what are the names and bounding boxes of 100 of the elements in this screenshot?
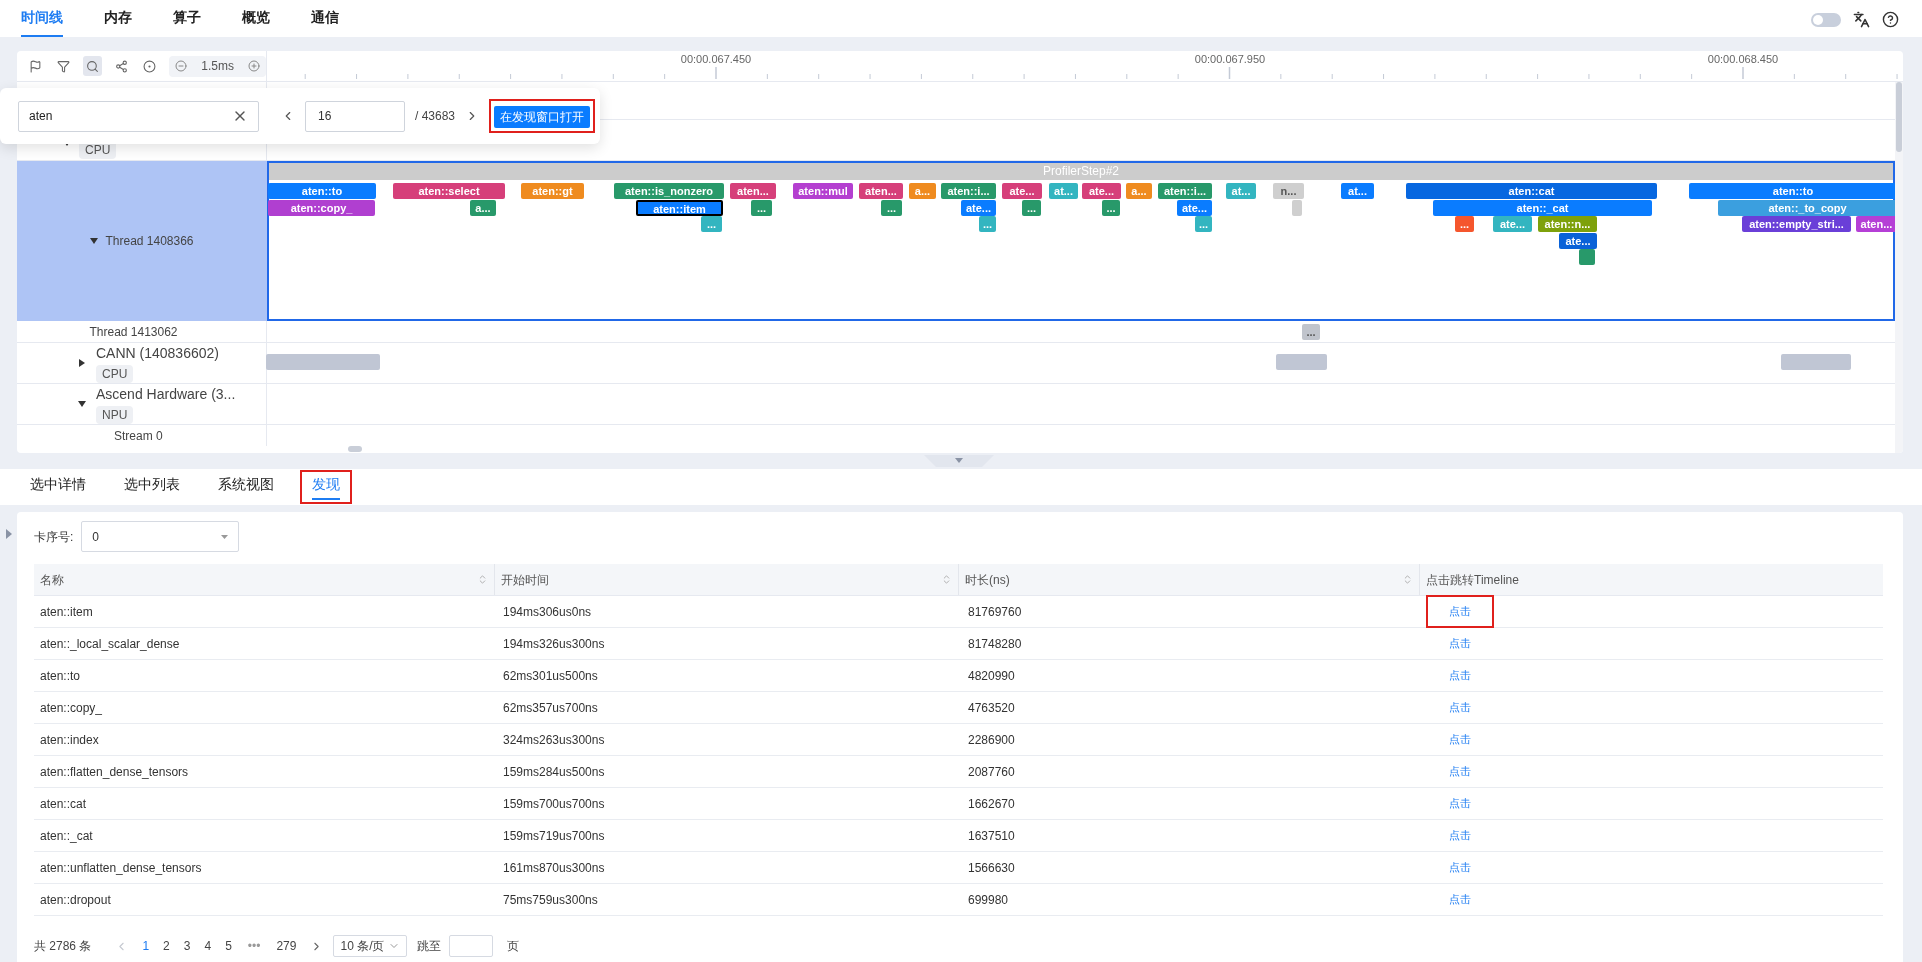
event-block[interactable] — [1292, 199, 1302, 216]
event-block[interactable] — [1579, 249, 1595, 265]
search-input[interactable]: aten — [18, 100, 259, 132]
event-block[interactable]: aten::is_nonzero — [614, 183, 724, 199]
event-block[interactable]: aten::gt — [521, 183, 584, 199]
collapse-triangle-icon[interactable] — [90, 237, 99, 245]
page-size-select[interactable]: 10 条/页 — [333, 935, 408, 957]
event-block[interactable]: aten... — [730, 183, 776, 199]
event-block[interactable]: aten::_cat — [1433, 199, 1652, 216]
page-button[interactable]: 3 — [183, 937, 191, 955]
event-block[interactable]: ... — [1302, 324, 1320, 340]
event-block[interactable]: ate... — [1493, 216, 1532, 232]
event-block[interactable]: at... — [1341, 183, 1374, 199]
event-block[interactable]: ... — [1195, 216, 1212, 232]
nav-tab[interactable]: 算子 — [173, 7, 201, 37]
horizontal-scroll-thumb[interactable] — [348, 446, 362, 452]
page-button[interactable]: 4 — [204, 937, 212, 955]
event-block[interactable]: a... — [470, 199, 496, 216]
event-block[interactable]: aten::i... — [1158, 183, 1212, 199]
event-block[interactable]: aten::copy_ — [268, 199, 375, 216]
toolbar-button[interactable] — [83, 56, 102, 76]
panel-tab[interactable]: 系统视图 — [206, 470, 286, 504]
theme-switch[interactable] — [1811, 12, 1841, 27]
page-button[interactable]: 1 — [142, 937, 150, 955]
expand-side-icon[interactable] — [6, 529, 12, 539]
event-block[interactable]: aten::to — [268, 183, 376, 199]
event-block[interactable]: aten::mul — [793, 183, 853, 199]
track-name: Thread 1408366 — [105, 233, 194, 250]
event-block[interactable]: at... — [1226, 183, 1256, 199]
column-header[interactable]: 时长(ns) — [959, 564, 1420, 595]
event-block[interactable]: aten::n... — [1538, 216, 1597, 232]
event-block[interactable]: aten... — [859, 183, 903, 199]
open-in-discover-button[interactable]: 在发现窗口打开 — [494, 106, 591, 128]
event-block[interactable]: ... — [1022, 199, 1041, 216]
sort-icon[interactable] — [1402, 574, 1413, 585]
event-block[interactable]: aten::empty_stri... — [1742, 216, 1851, 232]
result-index-input[interactable]: 16 — [305, 100, 405, 132]
event-block[interactable]: aten::to — [1689, 183, 1897, 199]
nav-tab[interactable]: 通信 — [311, 7, 339, 37]
sort-icon[interactable] — [941, 574, 952, 585]
jump-link[interactable]: 点击 — [1426, 595, 1494, 628]
jump-link[interactable]: 点击 — [1426, 851, 1494, 884]
page-jump-input[interactable] — [449, 935, 494, 957]
event-block[interactable]: ate... — [1559, 232, 1597, 249]
nav-tab[interactable]: 时间线 — [21, 7, 63, 37]
event-block[interactable]: aten::select — [393, 183, 505, 199]
event-block[interactable]: a... — [909, 183, 936, 199]
event-block[interactable]: aten::item — [636, 199, 723, 216]
column-header[interactable]: 点击跳转Timeline — [1420, 564, 1883, 595]
vertical-scrollbar[interactable] — [1895, 82, 1903, 453]
event-block[interactable]: aten::i... — [941, 183, 996, 199]
track-label-cell[interactable]: Thread 1413062 — [17, 321, 267, 342]
nav-tab[interactable]: 内存 — [104, 7, 132, 37]
expand-triangle-icon[interactable] — [78, 359, 86, 367]
event-block[interactable]: a... — [1126, 183, 1152, 199]
jump-link[interactable]: 点击 — [1426, 691, 1494, 724]
table-cell-text: 4763520 — [967, 699, 1016, 717]
panel-tab[interactable]: 选中详情 — [18, 470, 98, 504]
event-block[interactable]: ate... — [1082, 183, 1121, 199]
sort-icon[interactable] — [477, 574, 488, 585]
event-block[interactable]: aten::_to_copy — [1718, 199, 1897, 216]
jump-link[interactable]: 点击 — [1426, 755, 1494, 788]
page-button[interactable]: 5 — [225, 937, 232, 955]
track-label-cell[interactable]: Stream 0 — [17, 425, 267, 446]
event-block[interactable]: ... — [701, 216, 722, 232]
column-header[interactable]: 开始时间 — [495, 564, 959, 595]
collapse-triangle-icon[interactable] — [78, 400, 86, 408]
jump-link[interactable]: 点击 — [1426, 627, 1494, 660]
event-block[interactable]: ... — [979, 216, 996, 232]
event-block[interactable]: ... — [881, 199, 902, 216]
jump-link[interactable]: 点击 — [1426, 819, 1494, 852]
zoom-out-icon[interactable] — [175, 60, 188, 72]
page-ellipsis[interactable]: ••• — [247, 937, 261, 955]
event-block[interactable]: aten::cat — [1406, 183, 1657, 199]
nav-tab[interactable]: 概览 — [242, 7, 270, 37]
event-block[interactable]: at... — [1049, 183, 1078, 199]
event-block[interactable]: ate... — [1177, 199, 1212, 216]
track-label-cell[interactable]: Thread 1408366 — [17, 161, 267, 321]
collapse-handle-icon[interactable] — [924, 455, 994, 467]
jump-link[interactable]: 点击 — [1426, 883, 1494, 916]
zoom-in-icon[interactable] — [247, 60, 260, 72]
column-header[interactable]: 名称 — [34, 564, 495, 595]
event-block[interactable]: ... — [1102, 199, 1120, 216]
page-button[interactable]: 279 — [276, 937, 297, 955]
event-block[interactable]: ... — [1455, 216, 1474, 232]
card-index-select[interactable]: 0 — [81, 521, 240, 552]
event-block[interactable]: ate... — [1002, 183, 1042, 199]
event-block[interactable]: aten... — [1856, 216, 1897, 232]
track-tag: CPU — [96, 365, 134, 383]
panel-tab[interactable]: 选中列表 — [112, 470, 192, 504]
jump-link[interactable]: 点击 — [1426, 787, 1494, 820]
help-icon[interactable] — [1882, 11, 1899, 28]
event-block[interactable]: ... — [751, 199, 772, 216]
jump-link[interactable]: 点击 — [1426, 723, 1494, 756]
jump-link[interactable]: 点击 — [1426, 659, 1494, 692]
event-block[interactable]: n... — [1273, 183, 1304, 199]
language-icon[interactable] — [1853, 11, 1870, 28]
page-button[interactable]: 2 — [163, 937, 170, 955]
panel-tab[interactable]: 发现 — [300, 470, 352, 504]
event-block[interactable]: ate... — [961, 199, 996, 216]
